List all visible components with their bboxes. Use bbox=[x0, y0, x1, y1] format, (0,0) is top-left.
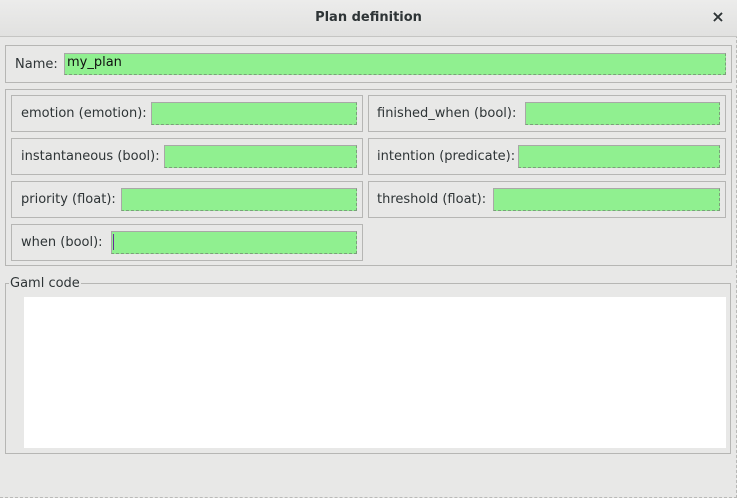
finished-when-input[interactable] bbox=[525, 102, 720, 125]
close-icon[interactable]: × bbox=[711, 8, 725, 26]
param-priority: priority (float): bbox=[11, 181, 363, 218]
param-emotion: emotion (emotion): bbox=[11, 95, 363, 132]
param-intention: intention (predicate): bbox=[368, 138, 726, 175]
name-row: Name: my_plan bbox=[5, 45, 732, 83]
param-label: threshold (float): bbox=[377, 192, 487, 207]
param-when: when (bool): bbox=[11, 224, 363, 261]
param-label: finished_when (bool): bbox=[377, 106, 517, 121]
param-label: intention (predicate): bbox=[377, 149, 516, 164]
when-input[interactable] bbox=[111, 231, 357, 254]
intention-input[interactable] bbox=[518, 145, 720, 168]
name-input[interactable]: my_plan bbox=[64, 53, 726, 75]
param-label: priority (float): bbox=[21, 192, 116, 207]
instantaneous-input[interactable] bbox=[164, 145, 357, 168]
title-bar[interactable]: Plan definition × bbox=[0, 0, 737, 37]
param-label: when (bool): bbox=[21, 235, 103, 250]
dialog-title: Plan definition bbox=[315, 10, 422, 25]
threshold-input[interactable] bbox=[493, 188, 720, 211]
param-finished-when: finished_when (bool): bbox=[368, 95, 726, 132]
emotion-input[interactable] bbox=[151, 102, 357, 125]
gaml-code-group: Gaml code bbox=[5, 276, 731, 454]
priority-input[interactable] bbox=[121, 188, 357, 211]
param-label: instantaneous (bool): bbox=[21, 149, 160, 164]
text-cursor bbox=[113, 234, 114, 250]
plan-definition-dialog: Plan definition × Name: my_plan emotion … bbox=[0, 0, 737, 498]
gaml-code-legend: Gaml code bbox=[9, 276, 81, 291]
param-instantaneous: instantaneous (bool): bbox=[11, 138, 363, 175]
param-label: emotion (emotion): bbox=[21, 106, 147, 121]
parameters-panel: emotion (emotion): finished_when (bool):… bbox=[5, 89, 732, 266]
gaml-code-editor[interactable] bbox=[24, 297, 726, 448]
param-threshold: threshold (float): bbox=[368, 181, 726, 218]
name-label: Name: bbox=[15, 56, 58, 72]
